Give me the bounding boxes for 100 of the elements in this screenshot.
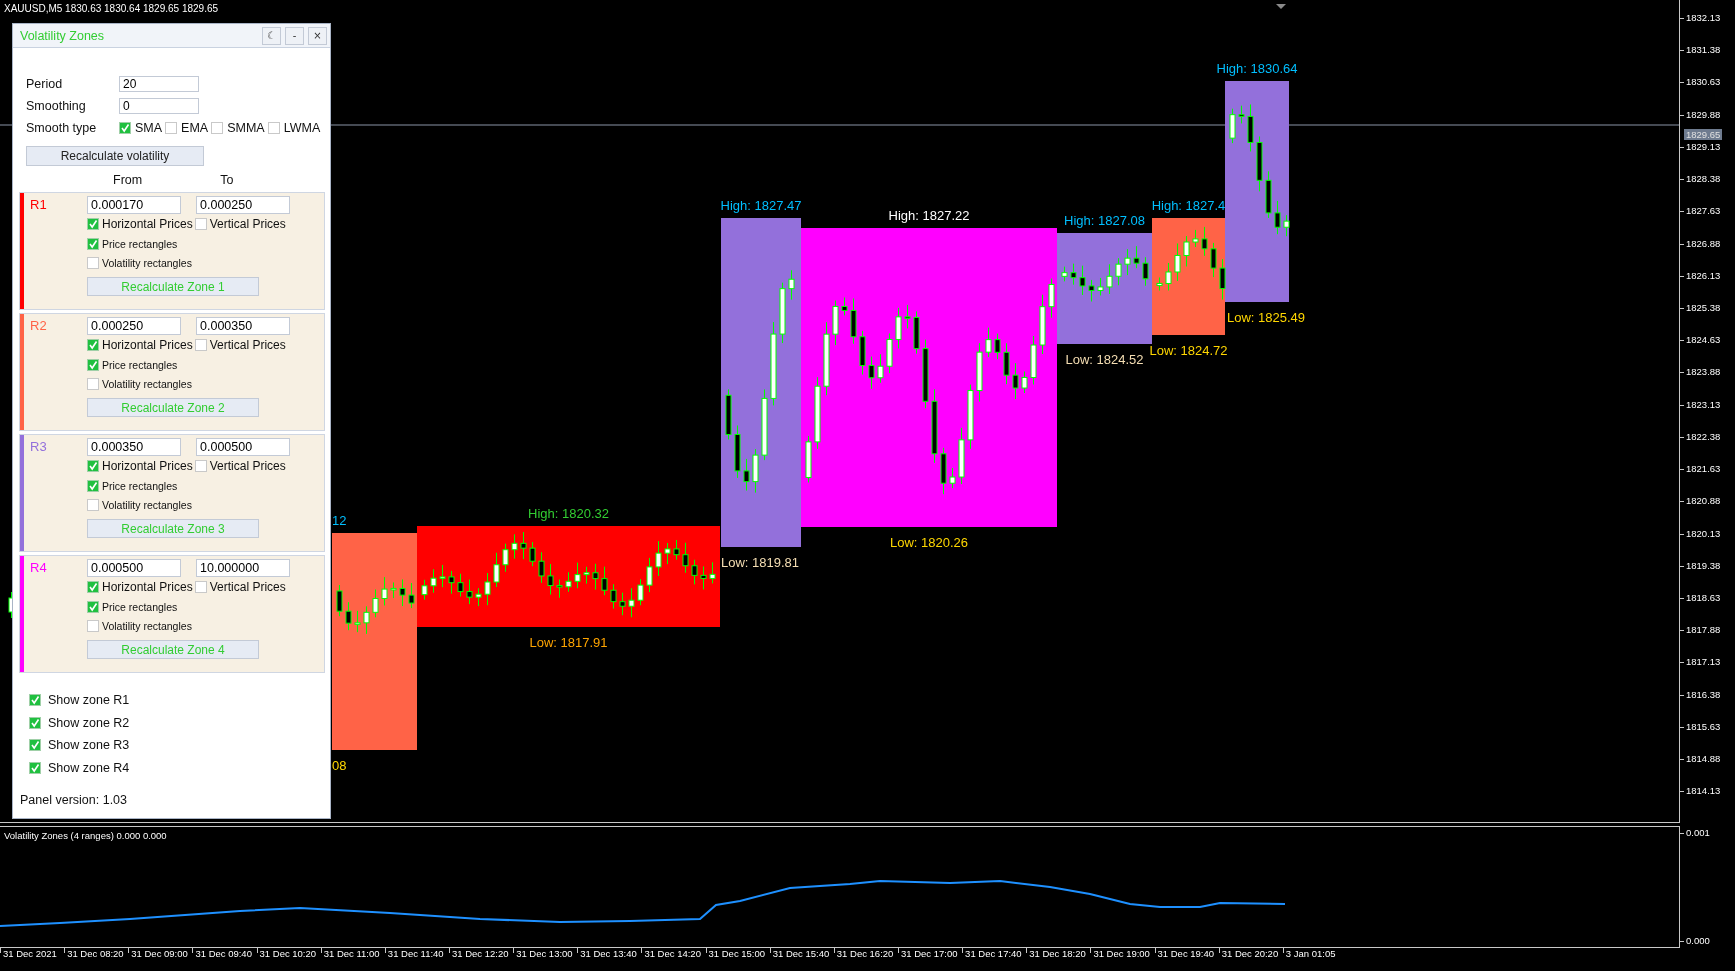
price-tick: 1824.63 [1686,334,1721,346]
range-name: R2 [29,317,48,335]
current-price-tag: 1829.65 [1684,129,1723,140]
column-header: From [113,173,143,187]
checkbox[interactable] [194,460,207,472]
option-label: Vertical Prices [209,338,286,352]
checkbox[interactable] [211,122,224,134]
checkbox[interactable] [29,716,41,729]
low-label: 08 [332,758,347,773]
from-field[interactable]: 0.000250 [87,317,181,335]
time-tick: 31 Dec 11:40 [387,948,444,961]
time-tick: 31 Dec 10:20 [259,948,317,961]
checkbox[interactable] [87,619,99,632]
checkbox[interactable] [87,237,99,250]
high-label: 12 [332,513,347,528]
checkbox[interactable] [165,122,178,134]
time-tick: 31 Dec 15:00 [708,948,766,961]
low-label: Low: 1825.49 [1226,310,1306,325]
from-field[interactable]: 0.000500 [87,559,181,577]
checkbox[interactable] [194,581,207,593]
option-label: Price rectangles [102,479,178,492]
symbol-quote: XAUUSD,M5 1830.63 1830.64 1829.65 1829.65 [4,3,219,14]
to-field[interactable]: 0.000250 [196,196,290,214]
checkbox[interactable] [87,339,99,351]
low-label: Low: 1819.81 [721,555,800,570]
smoothing-field[interactable]: 0 [119,98,199,114]
option-label: SMMA [227,121,265,135]
checkbox[interactable] [194,218,207,230]
option-label: Horizontal Prices [102,459,193,473]
checkbox[interactable] [87,218,99,230]
high-label: High: 1827.47 [720,198,802,213]
checkbox[interactable] [87,600,99,613]
to-field[interactable]: 0.000500 [196,438,290,456]
time-tick: 31 Dec 08:20 [67,948,124,961]
panel-title: Volatility Zones [20,28,105,43]
option-label: Horizontal Prices [102,217,193,231]
option-label: Show zone R4 [48,760,130,775]
time-tick: 31 Dec 09:00 [131,948,188,961]
title-bar-button[interactable]: × [308,26,327,45]
option-label: SMA [135,121,163,135]
checkbox[interactable] [29,739,41,752]
time-tick: 31 Dec 2021 [3,948,57,961]
price-tick: 1817.13 [1686,656,1721,668]
checkbox[interactable] [267,122,280,134]
period-field[interactable]: 20 [119,76,199,92]
checkbox[interactable] [87,498,99,511]
option-label: Volatility rectangles [102,498,192,511]
time-tick: 31 Dec 17:00 [900,948,958,961]
time-tick: 31 Dec 18:20 [1029,948,1086,961]
option-label: Horizontal Prices [102,580,193,594]
price-tick: 1829.88 [1686,108,1721,120]
price-tick: 1823.13 [1686,398,1721,410]
price-tick: 1818.63 [1686,591,1721,603]
checkbox[interactable] [87,460,99,472]
to-field[interactable]: 0.000350 [196,317,290,335]
checkbox[interactable] [87,581,99,593]
high-label: High: 1820.32 [528,506,609,521]
option-label: Volatility rectangles [102,256,192,269]
checkbox[interactable] [87,377,99,390]
time-tick: 31 Dec 16:20 [836,948,894,961]
option-label: Vertical Prices [209,580,286,594]
price-tick: 1820.88 [1686,495,1721,507]
time-tick: 31 Dec 12:20 [452,948,509,961]
time-tick: 31 Dec 09:40 [195,948,252,961]
price-tick: 1825.38 [1686,301,1721,313]
time-tick: 31 Dec 13:00 [516,948,573,961]
price-tick: 1823.88 [1686,366,1721,378]
indicator-tick: 0.001 [1686,827,1710,838]
option-label: EMA [181,121,209,135]
checkbox[interactable] [194,339,207,351]
from-field[interactable]: 0.000350 [87,438,181,456]
checkbox[interactable] [29,761,41,774]
time-tick: 31 Dec 11:00 [323,948,380,961]
price-tick: 1820.13 [1686,527,1721,539]
checkbox[interactable] [29,694,41,707]
range-name: R4 [29,559,48,577]
smooth-type-label: Smooth type [26,121,98,135]
high-label: High: 1827.4 [1151,198,1226,213]
price-tick: 1816.38 [1686,688,1721,700]
checkbox[interactable] [87,358,99,371]
to-field[interactable]: 10.000000 [196,559,290,577]
title-bar-button[interactable]: - [285,26,304,45]
checkbox[interactable] [87,479,99,492]
low-label: Low: 1817.91 [529,635,608,650]
smoothing-label: Smoothing [26,99,87,113]
price-tick: 1831.38 [1686,44,1721,56]
checkbox[interactable] [119,122,131,134]
option-label: Volatility rectangles [102,377,192,390]
recalculate-button[interactable]: Recalculate volatility [26,146,204,166]
from-field[interactable]: 0.000170 [87,196,181,214]
checkbox[interactable] [87,256,99,269]
time-tick: 31 Dec 17:40 [965,948,1022,961]
price-tick: 1830.63 [1686,76,1721,88]
price-tick: 1814.13 [1686,785,1721,797]
option-label: Vertical Prices [209,459,286,473]
price-tick: 1822.38 [1686,430,1721,442]
option-label: Show zone R1 [48,693,130,708]
low-label: Low: 1824.52 [1065,352,1144,367]
price-tick: 1828.38 [1686,173,1721,185]
title-bar-button[interactable]: ☾ [262,26,281,45]
